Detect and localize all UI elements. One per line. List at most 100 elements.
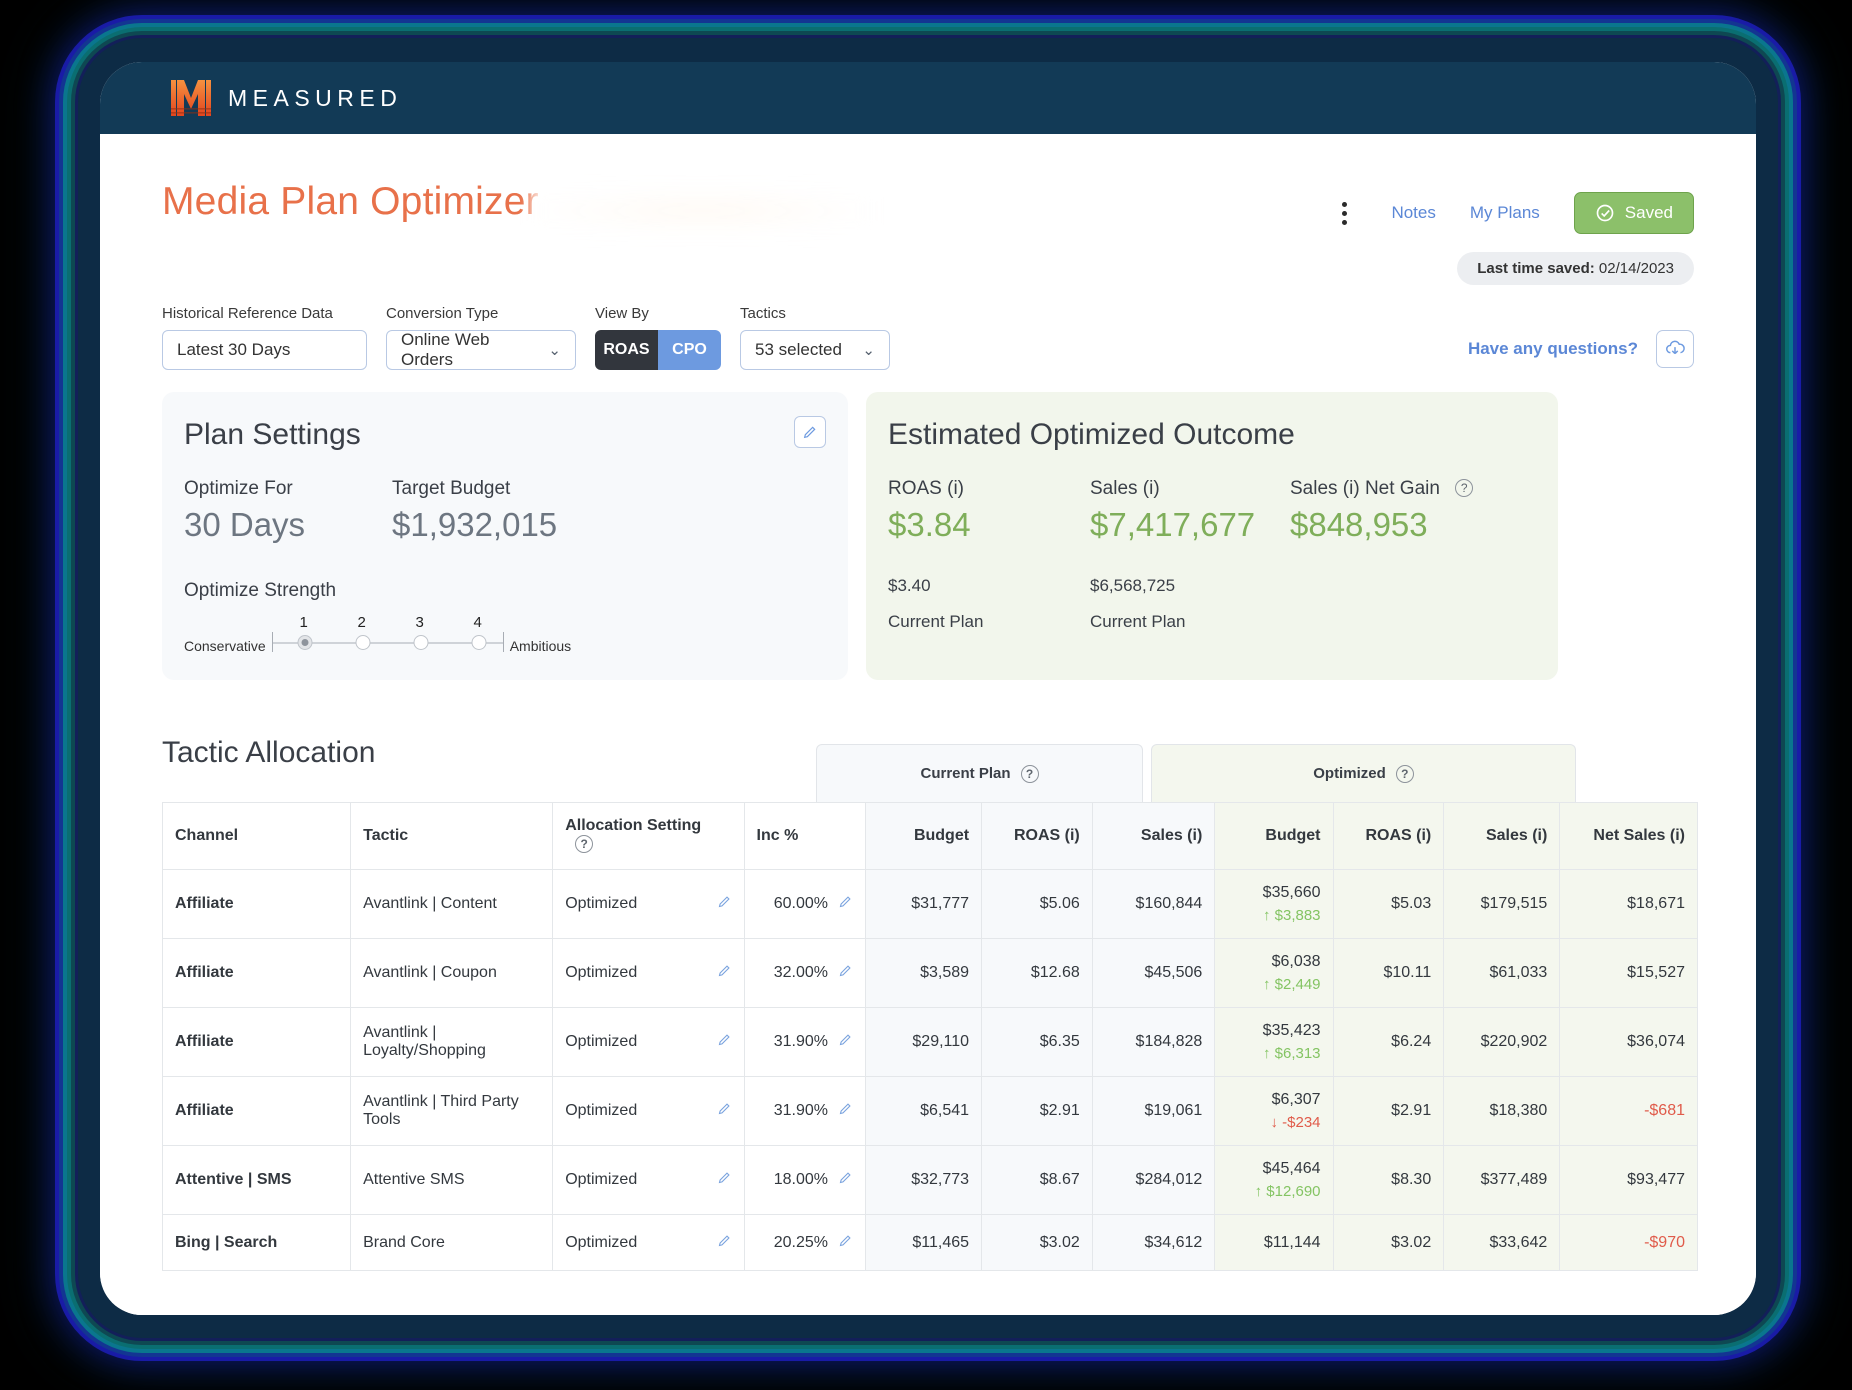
edit-allocation-button[interactable] <box>717 1101 732 1121</box>
outcome-sales-sub-label: Current Plan <box>1090 612 1186 631</box>
edit-inc-button[interactable] <box>838 894 853 914</box>
inc-value: 31.90% <box>773 1033 828 1050</box>
pencil-icon[interactable] <box>717 1032 732 1047</box>
cell-allocation: Optimized <box>552 869 745 939</box>
conversion-select[interactable]: Online Web Orders ⌄ <box>386 330 576 370</box>
viewby-roas-option[interactable]: ROAS <box>595 330 658 370</box>
help-icon[interactable]: ? <box>1020 764 1039 783</box>
download-button[interactable] <box>1656 330 1694 368</box>
table-row: Affiliate Avantlink | Loyalty/Shopping Opt… <box>161 1007 1698 1077</box>
inc-value: 32.00% <box>773 964 828 981</box>
col-inc[interactable]: Inc % <box>743 802 866 870</box>
edit-inc-button[interactable] <box>838 1233 853 1253</box>
cell-tactic: Avantlink | Loyalty/Shopping <box>350 1007 554 1077</box>
cell-current-sales: $184,828 <box>1091 1007 1216 1077</box>
optimize-strength-slider[interactable]: Conservative 1 2 3 4 Ambitious <box>184 614 826 654</box>
edit-plan-settings-button[interactable] <box>794 416 826 448</box>
cell-allocation: Optimized <box>552 1145 745 1215</box>
edit-allocation-button[interactable] <box>717 894 732 914</box>
strength-knob-2[interactable] <box>355 634 371 650</box>
cell-optimized-sales: $377,489 <box>1443 1145 1561 1215</box>
pencil-icon[interactable] <box>838 1170 853 1185</box>
check-circle-icon <box>1596 204 1614 222</box>
col-tactic[interactable]: Tactic <box>350 802 554 870</box>
edit-inc-button[interactable] <box>838 1101 853 1121</box>
edit-allocation-button[interactable] <box>717 1170 732 1190</box>
optimize-for-value: 30 Days <box>184 506 306 543</box>
notes-link[interactable]: Notes <box>1391 203 1435 223</box>
help-icon[interactable]: ? <box>1395 764 1414 783</box>
col-optimized-sales[interactable]: Sales (i) <box>1443 802 1561 870</box>
tactics-select[interactable]: 53 selected ⌄ <box>740 330 890 370</box>
edit-inc-button[interactable] <box>838 963 853 983</box>
col-optimized-net[interactable]: Net Sales (i) <box>1559 802 1698 870</box>
edit-allocation-button[interactable] <box>717 1233 732 1253</box>
outcome-roas-sub-value: $3.40 <box>888 576 931 595</box>
table-header-row: Channel Tactic Allocation Setting ? Inc … <box>161 802 1698 870</box>
pencil-icon[interactable] <box>838 963 853 978</box>
pencil-icon[interactable] <box>717 894 732 909</box>
saved-button[interactable]: Saved <box>1573 192 1694 234</box>
help-icon[interactable]: ? <box>575 835 594 853</box>
edit-inc-button[interactable] <box>838 1032 853 1052</box>
pencil-icon[interactable] <box>717 963 732 978</box>
have-questions-link[interactable]: Have any questions? <box>1468 339 1638 359</box>
cell-optimized-roas: $10.11 <box>1332 938 1445 1008</box>
optimize-for-kpi: Optimize For 30 Days <box>184 478 392 544</box>
tactic-allocation-table: Channel Tactic Allocation Setting ? Inc … <box>161 802 1698 1271</box>
budget-delta: ↑ $3,883 <box>1262 907 1321 924</box>
help-icon[interactable]: ? <box>1455 479 1474 497</box>
pencil-icon[interactable] <box>838 894 853 909</box>
edit-inc-button[interactable] <box>838 1170 853 1190</box>
outcome-roas-value: $3.84 <box>888 506 971 543</box>
cell-optimized-budget: $6,038 ↑ $2,449 <box>1214 938 1334 1008</box>
edit-allocation-button[interactable] <box>717 963 732 983</box>
last-saved-badge: Last time saved: 02/14/2023 <box>1457 252 1694 285</box>
edit-allocation-button[interactable] <box>717 1032 732 1052</box>
col-current-budget[interactable]: Budget <box>864 802 983 870</box>
viewby-toggle[interactable]: ROAS CPO <box>595 330 721 370</box>
my-plans-link[interactable]: My Plans <box>1470 203 1540 223</box>
cell-allocation: Optimized <box>552 1007 745 1077</box>
col-current-roas[interactable]: ROAS (i) <box>981 802 1093 870</box>
strength-track[interactable] <box>271 632 504 652</box>
col-channel[interactable]: Channel <box>161 802 352 870</box>
chevron-down-icon: ⌄ <box>862 342 875 359</box>
col-current-sales[interactable]: Sales (i) <box>1091 802 1216 870</box>
cell-optimized-net: $15,527 <box>1559 938 1698 1008</box>
estimated-outcome-title: Estimated Optimized Outcome <box>888 418 1295 451</box>
filter-viewby: View By ROAS CPO <box>595 305 721 370</box>
pencil-icon[interactable] <box>838 1032 853 1047</box>
strength-knob-1[interactable] <box>297 634 313 650</box>
historical-value: Latest 30 Days <box>177 340 291 359</box>
cell-optimized-net: $93,477 <box>1559 1145 1698 1215</box>
cell-tactic: Brand Core <box>350 1214 554 1271</box>
strength-knob-4[interactable] <box>471 634 487 650</box>
viewby-cpo-option[interactable]: CPO <box>658 330 721 370</box>
cell-channel: Bing | Search <box>161 1214 352 1271</box>
cell-tactic: Avantlink | Third Party Tools <box>350 1076 554 1146</box>
filters-row: Historical Reference Data Latest 30 Days… <box>162 305 1694 370</box>
outcome-metric-roas: ROAS (i) $3.84 $3.40 Current Plan <box>888 478 1090 632</box>
cell-current-sales: $45,506 <box>1091 938 1216 1008</box>
col-allocation[interactable]: Allocation Setting ? <box>552 802 745 870</box>
outcome-sales-label: Sales (i) <box>1090 478 1160 499</box>
page-body: Media Plan Optimizer Notes My Plans Save… <box>100 134 1756 1315</box>
plan-settings-card: Plan Settings Optimize For 30 Days Targe… <box>162 392 848 680</box>
budget-delta: ↑ $6,313 <box>1262 1045 1321 1062</box>
more-vertical-icon[interactable] <box>1332 196 1357 231</box>
last-saved-row: Last time saved: 02/14/2023 <box>162 252 1694 285</box>
historical-input[interactable]: Latest 30 Days <box>162 330 367 370</box>
cell-tactic: Avantlink | Coupon <box>350 938 554 1008</box>
pencil-icon[interactable] <box>717 1233 732 1248</box>
col-optimized-roas[interactable]: ROAS (i) <box>1332 802 1445 870</box>
pencil-icon[interactable] <box>717 1170 732 1185</box>
pencil-icon[interactable] <box>838 1233 853 1248</box>
strength-knob-3[interactable] <box>413 634 429 650</box>
pencil-icon[interactable] <box>717 1101 732 1116</box>
col-optimized-budget[interactable]: Budget <box>1214 802 1334 870</box>
cell-channel: Affiliate <box>161 1007 352 1077</box>
pencil-icon[interactable] <box>838 1101 853 1116</box>
conversion-value: Online Web Orders <box>401 330 490 369</box>
cell-current-roas: $2.91 <box>981 1076 1093 1146</box>
